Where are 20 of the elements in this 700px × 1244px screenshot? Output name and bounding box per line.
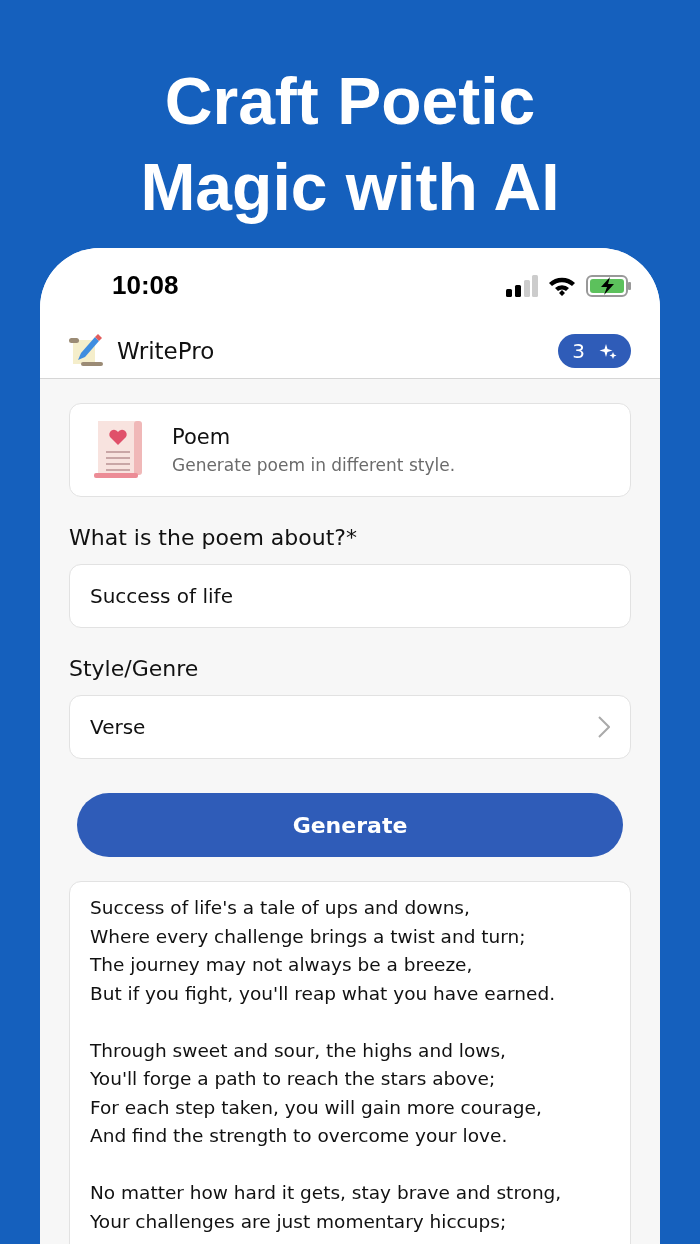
poem-stanza: Through sweet and sour, the highs and lows, You'll forge a path to reach the stars above; For each step taken, you will gain more courage, And find the strength to overcome your love. bbox=[90, 1038, 543, 1148]
battery-icon bbox=[586, 274, 632, 297]
poem-stanza: Success of life's a tale of ups and downs, Where every challenge brings a twist and turn; The journey may not always be a breeze, But if you fight, you'll reap what you have earned. bbox=[90, 896, 557, 1006]
style-select[interactable]: Verse bbox=[69, 695, 631, 759]
poem-stanza: No matter how hard it gets, stay brave and strong, Your challenges are just momentary hiccups; bbox=[90, 1181, 563, 1234]
status-time: 10:08 bbox=[112, 270, 179, 301]
tool-description: Generate poem in different style. bbox=[172, 455, 456, 475]
tool-title: Poem bbox=[172, 425, 232, 449]
chevron-right-icon bbox=[598, 716, 610, 738]
signal-icon bbox=[506, 274, 538, 297]
field-label: Style/Genre bbox=[69, 656, 200, 681]
poem-scroll-icon bbox=[94, 421, 144, 479]
generate-button[interactable]: Generate bbox=[77, 793, 623, 857]
credits-badge[interactable]: 3 bbox=[558, 333, 631, 368]
headline: Craft Poetic Magic with AI bbox=[139, 63, 561, 222]
topic-field[interactable]: Success of life bbox=[69, 564, 631, 628]
app-title: WritePro bbox=[117, 337, 215, 364]
tool-card[interactable]: Poem Generate poem in different style. bbox=[69, 403, 631, 497]
scroll-pencil-icon bbox=[69, 333, 105, 368]
field-label: What is the poem about?* bbox=[69, 525, 358, 550]
